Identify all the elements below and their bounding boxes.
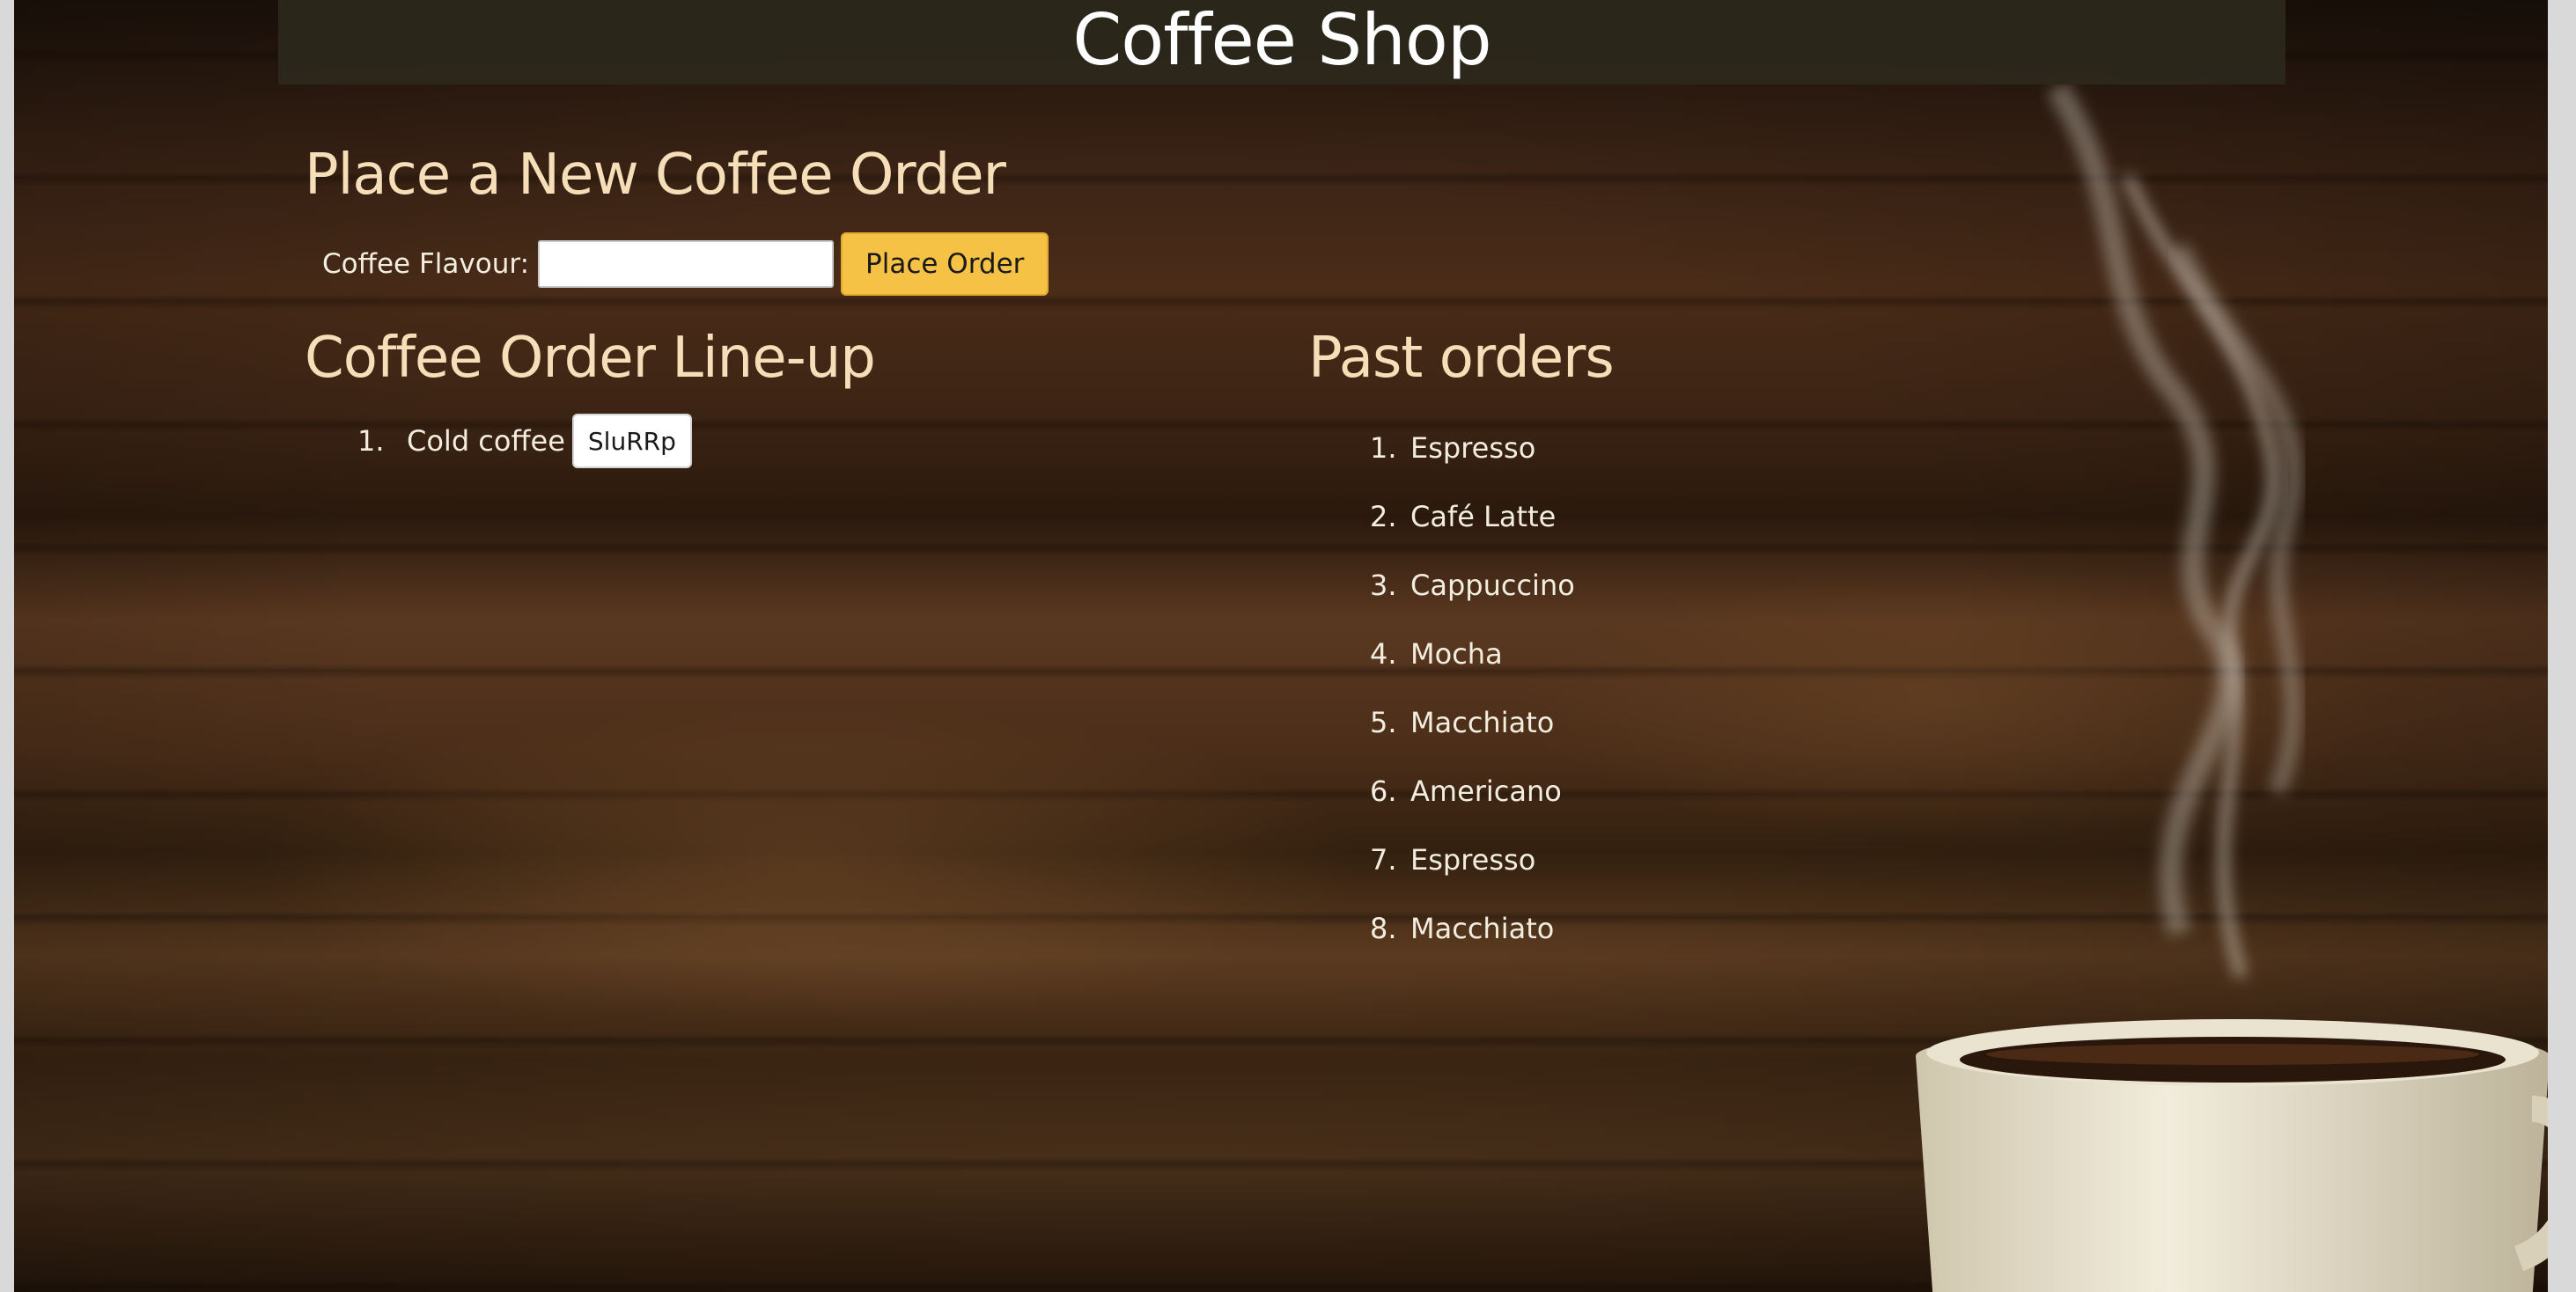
site-title: Coffee Shop	[1072, 0, 1491, 81]
past-order-item: 6. Americano	[1370, 757, 1575, 826]
new-order-title: Place a New Coffee Order	[305, 143, 1006, 208]
past-order-label: Macchiato	[1410, 912, 1555, 945]
coffee-shop-app: Coffee Shop Place a New Coffee Order Cof…	[14, 0, 2548, 1292]
past-order-item: 2. Café Latte	[1370, 482, 1575, 551]
past-order-number: 5.	[1370, 706, 1397, 739]
past-order-label: Mocha	[1410, 637, 1503, 671]
past-order-number: 8.	[1370, 912, 1397, 945]
coffee-cup-image	[1916, 1019, 2548, 1292]
site-header: Coffee Shop	[278, 0, 2285, 84]
past-order-item: 8. Macchiato	[1370, 894, 1575, 963]
past-order-label: Cappuccino	[1410, 569, 1575, 602]
coffee-flavour-input[interactable]	[538, 240, 835, 288]
past-orders-title: Past orders	[1308, 326, 1615, 391]
past-order-number: 7.	[1370, 843, 1397, 877]
lineup-item: 1. Cold coffee SluRRp	[357, 414, 692, 468]
slurp-button[interactable]: SluRRp	[571, 414, 692, 468]
lineup-list: 1. Cold coffee SluRRp	[357, 414, 692, 468]
past-order-label: Americano	[1410, 774, 1562, 808]
lineup-item-label: Cold coffee	[407, 424, 565, 458]
steam-decoration	[2047, 81, 2303, 980]
past-order-label: Espresso	[1410, 431, 1536, 465]
new-order-form: Coffee Flavour: Place Order	[322, 232, 1049, 296]
past-order-label: Espresso	[1410, 843, 1536, 877]
past-order-item: 4. Mocha	[1370, 620, 1575, 688]
past-order-number: 4.	[1370, 637, 1397, 671]
lineup-title: Coffee Order Line-up	[305, 326, 876, 391]
past-order-item: 1. Espresso	[1370, 414, 1575, 482]
past-order-number: 3.	[1370, 569, 1397, 602]
past-order-item: 7. Espresso	[1370, 826, 1575, 894]
past-order-number: 1.	[1370, 431, 1397, 465]
past-orders-list: 1. Espresso 2. Café Latte 3. Cappuccino 4. M…	[1370, 414, 1575, 963]
lineup-item-number: 1.	[357, 424, 385, 458]
past-order-item: 5. Macchiato	[1370, 688, 1575, 757]
past-order-number: 6.	[1370, 774, 1397, 808]
place-order-button[interactable]: Place Order	[841, 232, 1049, 296]
past-order-item: 3. Cappuccino	[1370, 551, 1575, 620]
past-order-label: Macchiato	[1410, 706, 1555, 739]
coffee-flavour-label: Coffee Flavour:	[322, 248, 530, 280]
past-order-number: 2.	[1370, 500, 1397, 533]
past-order-label: Café Latte	[1410, 500, 1557, 533]
